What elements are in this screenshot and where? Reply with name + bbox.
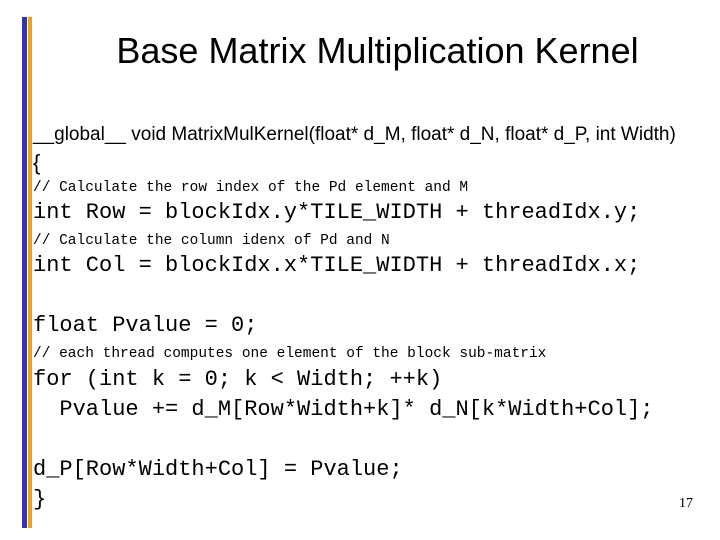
open-brace: {	[33, 150, 41, 175]
code-row-statement: int Row = blockIdx.y*TILE_WIDTH + thread…	[33, 200, 641, 225]
left-accent-bar-orange	[28, 17, 32, 528]
page-number: 17	[679, 496, 693, 511]
code-loop-body: Pvalue += d_M[Row*Width+k]* d_N[k*Width+…	[33, 397, 654, 422]
slide-title: Base Matrix Multiplication Kernel	[116, 30, 639, 71]
comment-row-index: // Calculate the row index of the Pd ele…	[33, 180, 469, 196]
code-for-statement: for (int k = 0; k < Width; ++k)	[33, 367, 443, 392]
kernel-signature: __global__ void MatrixMulKernel(float* d…	[33, 124, 676, 145]
comment-loop: // each thread computes one element of t…	[33, 346, 547, 362]
left-accent-bar-blue	[22, 17, 27, 528]
comment-col-index: // Calculate the column idenx of Pd and …	[33, 233, 390, 249]
code-pvalue-init: float Pvalue = 0;	[33, 313, 258, 338]
close-brace: }	[33, 487, 47, 512]
code-col-statement: int Col = blockIdx.x*TILE_WIDTH + thread…	[33, 253, 641, 278]
code-assign-statement: d_P[Row*Width+Col] = Pvalue;	[33, 457, 403, 482]
